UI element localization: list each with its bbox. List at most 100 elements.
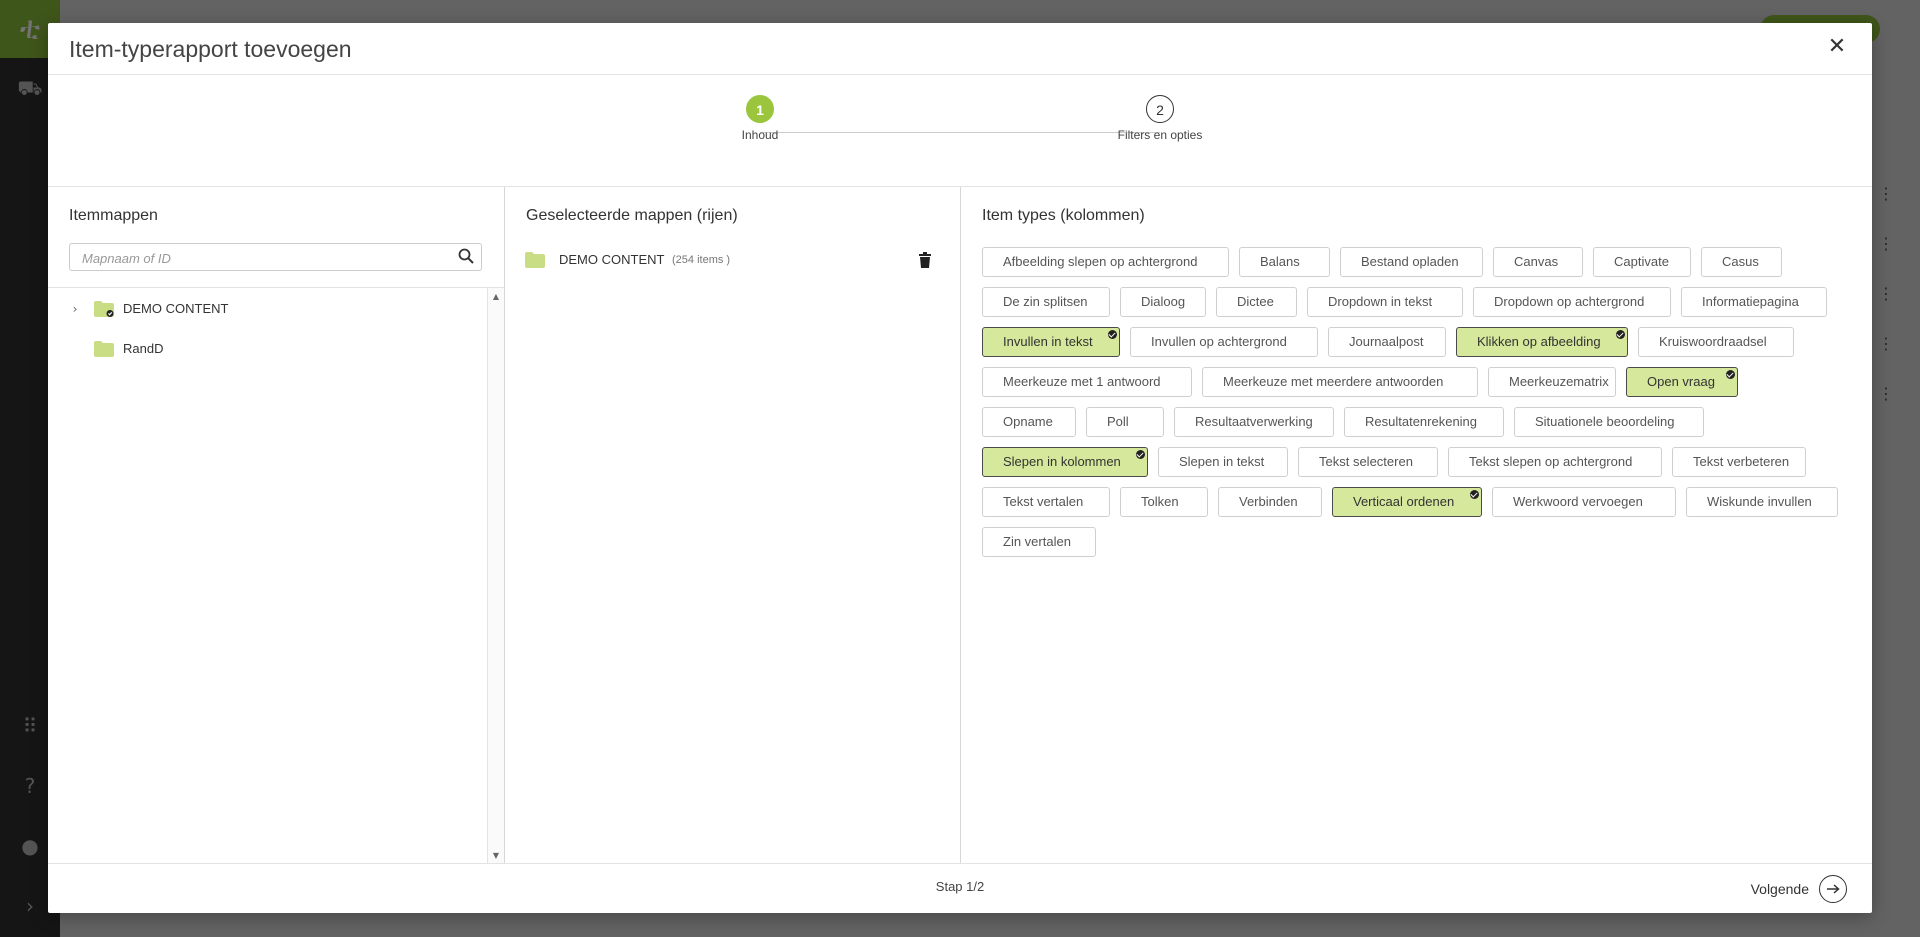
- chip-label: Kruiswoordraadsel: [1659, 334, 1767, 349]
- step-1-label: Inhoud: [741, 128, 779, 142]
- chip-label: Tekst selecteren: [1319, 454, 1413, 469]
- chip-label: Verticaal ordenen: [1353, 494, 1455, 509]
- item-type-chip[interactable]: Tekst verbeteren: [1672, 447, 1806, 477]
- add-report-modal: Item-typerapport toevoegen ✕ 1 Inhoud 2 …: [48, 23, 1872, 913]
- item-types-title: Item types (kolommen): [982, 207, 1145, 224]
- item-type-chip[interactable]: De zin splitsen: [982, 287, 1110, 317]
- selected-folders-panel: Geselecteerde mappen (rijen) DEMO CONTEN…: [505, 187, 961, 863]
- item-type-chip[interactable]: Informatiepagina: [1681, 287, 1827, 317]
- item-type-chip[interactable]: Zin vertalen: [982, 527, 1096, 557]
- chip-label: Situationele beoordeling: [1535, 414, 1675, 429]
- selected-folder-name: DEMO CONTENT: [559, 252, 665, 267]
- item-type-chip[interactable]: Dialoog: [1120, 287, 1206, 317]
- next-button[interactable]: Volgende: [1751, 873, 1847, 905]
- item-type-chip[interactable]: Poll: [1086, 407, 1164, 437]
- chip-label: De zin splitsen: [1003, 294, 1088, 309]
- item-type-chip[interactable]: Dictee: [1216, 287, 1297, 317]
- item-type-chip[interactable]: Kruiswoordraadsel: [1638, 327, 1794, 357]
- step-indicator: Stap 1/2: [935, 879, 985, 894]
- item-type-chip[interactable]: Balans: [1239, 247, 1330, 277]
- chip-label: Slepen in tekst: [1179, 454, 1265, 469]
- modal-title: Item-typerapport toevoegen: [69, 36, 352, 62]
- chip-label: Verbinden: [1239, 494, 1298, 509]
- tree-item-demo-content[interactable]: › DEMO CONTENT: [48, 297, 478, 321]
- chip-label: Opname: [1003, 414, 1053, 429]
- chip-label: Journaalpost: [1349, 334, 1424, 349]
- scroll-down-icon[interactable]: ▼: [488, 851, 504, 860]
- item-type-chip[interactable]: Tekst slepen op achtergrond: [1448, 447, 1662, 477]
- modal-header: Item-typerapport toevoegen ✕: [48, 23, 1872, 75]
- folder-icon: [525, 252, 545, 268]
- chip-label: Resultaatverwerking: [1195, 414, 1313, 429]
- chip-label: Balans: [1260, 254, 1300, 269]
- item-type-chip[interactable]: Invullen op achtergrond: [1130, 327, 1318, 357]
- item-type-chip[interactable]: Dropdown in tekst: [1307, 287, 1463, 317]
- chip-label: Casus: [1722, 254, 1759, 269]
- item-type-chip[interactable]: Bestand opladen: [1340, 247, 1483, 277]
- item-type-chip[interactable]: Verticaal ordenen: [1332, 487, 1482, 517]
- scroll-up-icon[interactable]: ▲: [488, 292, 504, 301]
- item-type-chip[interactable]: Slepen in tekst: [1158, 447, 1288, 477]
- chip-label: Informatiepagina: [1702, 294, 1799, 309]
- step-1-number: 1: [746, 95, 774, 123]
- item-type-chip[interactable]: Invullen in tekst: [982, 327, 1120, 357]
- folder-search: [69, 243, 482, 271]
- chip-label: Invullen op achtergrond: [1151, 334, 1287, 349]
- chip-label: Open vraag: [1647, 374, 1715, 389]
- item-type-chip[interactable]: Captivate: [1593, 247, 1691, 277]
- chip-label: Meerkeuzematrix: [1509, 374, 1609, 389]
- item-type-chip[interactable]: Journaalpost: [1328, 327, 1446, 357]
- item-type-chip[interactable]: Meerkeuze met 1 antwoord: [982, 367, 1192, 397]
- chip-label: Dropdown in tekst: [1328, 294, 1433, 309]
- folder-search-input[interactable]: [80, 247, 444, 269]
- item-type-chip[interactable]: Meerkeuze met meerdere antwoorden: [1202, 367, 1478, 397]
- chip-label: Bestand opladen: [1361, 254, 1459, 269]
- item-type-chip[interactable]: Dropdown op achtergrond: [1473, 287, 1671, 317]
- chip-label: Klikken op afbeelding: [1477, 334, 1601, 349]
- chip-label: Meerkeuze met meerdere antwoorden: [1223, 374, 1444, 389]
- stepper: 1 Inhoud 2 Filters en opties: [48, 75, 1872, 187]
- item-type-chip[interactable]: Casus: [1701, 247, 1782, 277]
- step-2-label: Filters en opties: [1117, 128, 1203, 142]
- item-type-chip[interactable]: Opname: [982, 407, 1076, 437]
- tree-item-label: DEMO CONTENT: [123, 301, 229, 316]
- item-type-chip[interactable]: Tekst vertalen: [982, 487, 1110, 517]
- item-type-chip[interactable]: Tolken: [1120, 487, 1208, 517]
- search-icon[interactable]: [457, 247, 475, 265]
- item-folders-panel: Itemmappen › DEMO CONTENT: [48, 187, 505, 864]
- item-type-chip[interactable]: Canvas: [1493, 247, 1583, 277]
- chevron-right-icon[interactable]: ›: [68, 297, 82, 321]
- step-2: 2 Filters en opties: [1100, 95, 1220, 142]
- item-type-chip[interactable]: Slepen in kolommen: [982, 447, 1148, 477]
- chip-label: Zin vertalen: [1003, 534, 1071, 549]
- chip-label: Wiskunde invullen: [1707, 494, 1812, 509]
- trash-icon[interactable]: [918, 252, 932, 268]
- chip-label: Afbeelding slepen op achtergrond: [1003, 254, 1198, 269]
- check-icon: [1616, 330, 1625, 339]
- item-type-chip[interactable]: Resultaatverwerking: [1174, 407, 1334, 437]
- folder-checked-icon: [94, 301, 114, 317]
- item-type-chip[interactable]: Afbeelding slepen op achtergrond: [982, 247, 1229, 277]
- item-type-chip[interactable]: Meerkeuzematrix: [1488, 367, 1616, 397]
- selected-folder-count: (254 items ): [672, 254, 731, 266]
- chip-label: Slepen in kolommen: [1003, 454, 1121, 469]
- close-icon[interactable]: ✕: [1824, 34, 1850, 60]
- chip-label: Tolken: [1141, 494, 1179, 509]
- item-type-chip[interactable]: Open vraag: [1626, 367, 1738, 397]
- item-type-chip[interactable]: Resultatenrekening: [1344, 407, 1504, 437]
- tree-item-randd[interactable]: RandD: [48, 337, 478, 361]
- tree-item-label: RandD: [123, 341, 164, 356]
- item-type-chip[interactable]: Klikken op afbeelding: [1456, 327, 1628, 357]
- item-type-chip[interactable]: Verbinden: [1218, 487, 1322, 517]
- tree-scrollbar[interactable]: ▲ ▼: [487, 288, 504, 864]
- chip-label: Dialoog: [1141, 294, 1186, 309]
- item-type-chip[interactable]: Situationele beoordeling: [1514, 407, 1704, 437]
- item-type-chip[interactable]: Tekst selecteren: [1298, 447, 1438, 477]
- check-icon: [1470, 490, 1479, 499]
- chip-label: Invullen in tekst: [1003, 334, 1093, 349]
- item-type-chip[interactable]: Werkwoord vervoegen: [1492, 487, 1676, 517]
- item-type-chip[interactable]: Wiskunde invullen: [1686, 487, 1838, 517]
- chip-label: Werkwoord vervoegen: [1513, 494, 1643, 509]
- chip-label: Resultatenrekening: [1365, 414, 1478, 429]
- modal-footer: Stap 1/2 Volgende: [48, 863, 1872, 914]
